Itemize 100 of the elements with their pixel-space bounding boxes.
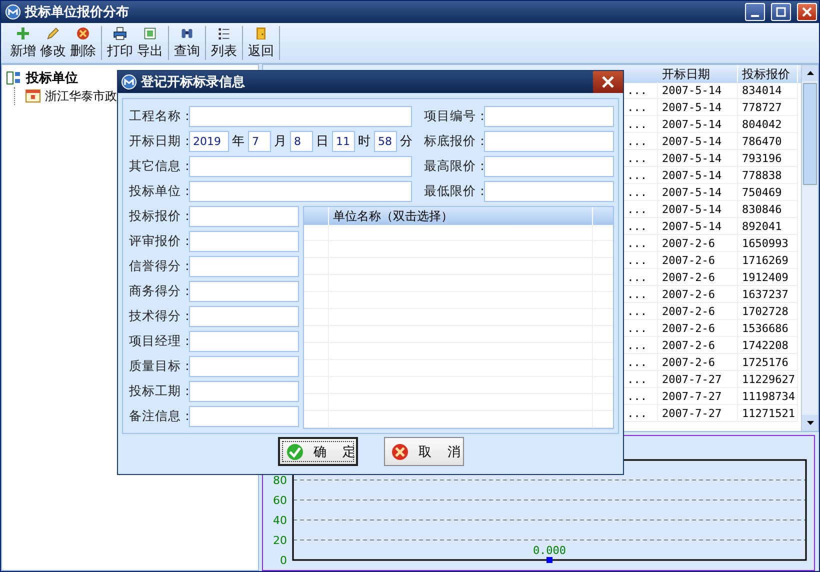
input-field[interactable] (189, 106, 412, 126)
table-cell: 1536686 (738, 320, 798, 337)
field-label: 信誉得分： (129, 258, 189, 275)
unit-label: 年 (231, 132, 246, 150)
table-cell: 2007-2-6 (658, 337, 738, 354)
input-field[interactable] (189, 381, 299, 402)
field-label: 质量目标： (129, 358, 189, 375)
table-cell: 2007-5-14 (658, 82, 738, 99)
table-cell: 778838 (738, 167, 798, 184)
toolbar-button[interactable]: 返回 (246, 26, 276, 60)
table-cell: 804042 (738, 116, 798, 133)
input-field[interactable] (189, 180, 412, 202)
field-label: 备注信息： (129, 408, 189, 425)
down-arrow-icon (806, 421, 814, 425)
cancel-button[interactable]: 取 消 (384, 437, 464, 466)
input-field[interactable] (189, 331, 299, 352)
table-cell: 2007-7-27 (658, 388, 738, 405)
field-label: 评审报价： (129, 233, 189, 250)
field-label: 最低限价： (424, 182, 484, 200)
minimize-button[interactable] (745, 3, 765, 21)
date-part-field[interactable]: 58 (374, 130, 397, 152)
field-label: 商务得分： (129, 283, 189, 300)
input-field[interactable] (189, 231, 299, 252)
unit-label: 日 (315, 132, 330, 150)
table-cell: 11229627 (738, 371, 798, 388)
unit-list[interactable]: 单位名称（双击选择） (303, 206, 614, 429)
close-icon (602, 76, 614, 88)
input-field[interactable] (189, 406, 299, 427)
table-cell: 2007-5-14 (658, 150, 738, 167)
unit-label: 月 (273, 132, 288, 150)
close-icon (802, 7, 812, 17)
table-cell: 793196 (738, 150, 798, 167)
table-cell: 2007-5-14 (658, 116, 738, 133)
ok-button[interactable]: 确 定 (278, 437, 358, 466)
toolbar-button[interactable]: 新增 (8, 26, 38, 60)
toolbar-button[interactable]: 删除 (68, 26, 98, 60)
table-cell: 2007-5-14 (658, 184, 738, 201)
scroll-up-button[interactable] (802, 65, 818, 81)
toolbar-button[interactable]: 打印 (105, 26, 135, 60)
input-field[interactable] (189, 256, 299, 277)
field-label: 工程名称： (129, 108, 189, 124)
input-field[interactable] (484, 180, 614, 202)
close-button[interactable] (593, 71, 623, 93)
tree-node[interactable]: 投标单位 (26, 69, 78, 87)
y-tick-label: 60 (273, 494, 287, 507)
input-field[interactable] (189, 156, 412, 176)
toolbar-button[interactable]: 查询 (172, 26, 202, 60)
y-tick-label: 80 (273, 474, 287, 487)
table-cell: 1725176 (738, 354, 798, 371)
unit-label: 时 (357, 132, 372, 150)
input-field[interactable] (189, 306, 299, 327)
dialog-title: 登记开标标录信息 (141, 74, 245, 91)
table-cell: 2007-2-6 (658, 269, 738, 286)
field-label: 最高限价： (424, 158, 484, 174)
toolbar-button[interactable]: 列表 (209, 26, 239, 60)
y-tick-label: 20 (273, 534, 287, 547)
app-icon (121, 74, 137, 90)
table-cell: 2007-5-14 (658, 167, 738, 184)
table-cell: 2007-7-27 (658, 371, 738, 388)
y-tick-label: 40 (273, 514, 287, 527)
table-cell: 750469 (738, 184, 798, 201)
field-label: 投标报价： (129, 208, 189, 225)
scrollbar-thumb[interactable] (803, 83, 817, 185)
table-cell: 778727 (738, 99, 798, 116)
maximize-button[interactable] (771, 3, 791, 21)
table-cell: 2007-2-6 (658, 235, 738, 252)
table-cell: 2007-2-6 (658, 320, 738, 337)
app-icon (5, 4, 21, 20)
table-cell: 11271521 (738, 405, 798, 422)
tree-node[interactable]: 浙江华泰市政 (45, 88, 117, 104)
date-part-field[interactable]: 8 (290, 130, 313, 152)
tree-icon (6, 70, 22, 86)
scroll-down-button[interactable] (802, 415, 818, 431)
table-cell: 1637237 (738, 286, 798, 303)
field-label: 技术得分： (129, 308, 189, 325)
maximize-icon (776, 7, 786, 17)
input-field[interactable] (189, 356, 299, 377)
date-part-field[interactable]: 11 (332, 130, 355, 152)
table-cell: 11198734 (738, 388, 798, 405)
table-cell: 1716269 (738, 252, 798, 269)
table-cell: 892041 (738, 218, 798, 235)
input-field[interactable] (189, 206, 299, 227)
input-field[interactable] (484, 130, 614, 152)
input-field[interactable] (484, 106, 614, 126)
calendar-icon (25, 89, 41, 103)
toolbar-button[interactable]: 修改 (38, 26, 68, 60)
close-button[interactable] (797, 3, 817, 21)
input-field[interactable] (484, 156, 614, 176)
value-label: 0.000 (532, 544, 566, 557)
toolbar-button[interactable]: 导出 (135, 26, 165, 60)
unit-label: 分 (399, 132, 414, 150)
table-cell: 1742208 (738, 337, 798, 354)
table-cell: 1702728 (738, 303, 798, 320)
field-label: 开标日期： (129, 132, 189, 150)
date-part-field[interactable]: 2019 (189, 130, 229, 152)
input-field[interactable] (189, 281, 299, 302)
table-cell: 2007-5-14 (658, 218, 738, 235)
table-cell: 1912409 (738, 269, 798, 286)
date-part-field[interactable]: 7 (248, 130, 271, 152)
table-cell: 2007-5-14 (658, 201, 738, 218)
